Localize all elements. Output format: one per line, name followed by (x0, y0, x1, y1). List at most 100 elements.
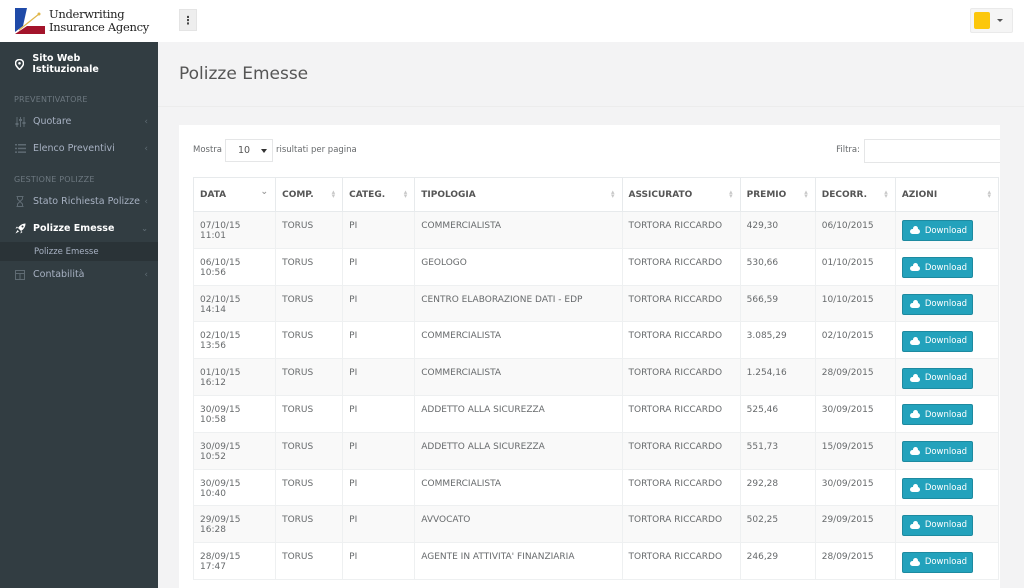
menu-toggle-button[interactable]: ⋮ (179, 9, 197, 31)
download-button[interactable]: Download (901, 514, 973, 536)
sidebar-item-sito-web[interactable]: Sito Web Istituzionale (0, 42, 158, 86)
cloud-download-icon (909, 263, 920, 272)
sidebar-item-label: Stato Richiesta Polizze (33, 196, 140, 207)
cell-data: 30/09/15 10:58 (192, 394, 277, 433)
cell-categ: PI (342, 542, 416, 580)
cell-data: 29/09/15 16:28 (192, 505, 277, 544)
download-button[interactable]: Download (901, 330, 973, 352)
cell-assicurato: TORTORA RICCARDO (621, 284, 741, 323)
cell-azioni: Download (894, 505, 1000, 544)
cell-categ: PI (342, 321, 416, 360)
cell-comp: TORUS (275, 394, 344, 433)
column-label: DATA (200, 189, 227, 200)
sidebar-item-label: Elenco Preventivi (33, 143, 115, 154)
cell-azioni: Download (894, 542, 1000, 580)
map-marker-icon (14, 58, 25, 70)
rocket-icon (14, 223, 26, 234)
cell-premio: 1.254,16 (739, 358, 816, 396)
cell-categ: PI (342, 284, 416, 323)
sidebar-item-label: Quotare (33, 116, 72, 127)
download-button[interactable]: Download (901, 441, 973, 463)
download-button[interactable]: Download (901, 293, 973, 315)
cell-azioni: Download (894, 358, 1000, 396)
download-button[interactable]: Download (901, 404, 973, 426)
cell-decorr: 30/09/2015 (814, 394, 896, 433)
download-label: Download (924, 336, 968, 347)
logo[interactable]: Underwriting Insurance Agency (0, 0, 158, 42)
sort-icon: ▴ ▾ (987, 188, 991, 200)
column-header-tipologia[interactable]: TIPOLOGIA ▴ ▾ (414, 177, 623, 212)
cell-tipologia: CENTRO ELABORAZIONE DATI - EDP (414, 284, 623, 323)
column-header-categ[interactable]: CATEG. ▴ ▾ (342, 177, 416, 212)
table-row: 29/09/15 16:28 TORUS PI AVVOCATO TORTORA RIC… (192, 505, 1000, 544)
column-label: DECORR. (821, 189, 868, 200)
cloud-download-icon (909, 557, 920, 566)
sort-icon: ▴ ▾ (403, 188, 408, 200)
chevron-left-icon: ‹ (144, 116, 148, 127)
user-avatar (974, 12, 990, 29)
download-button[interactable]: Download (901, 257, 973, 279)
sidebar-item-elenco-preventivi[interactable]: Elenco Preventivi ‹ (0, 135, 158, 162)
download-button[interactable]: Download (901, 367, 973, 389)
cell-categ: PI (342, 247, 416, 286)
cell-data: 02/10/15 13:56 (192, 321, 277, 360)
cell-comp: TORUS (275, 542, 344, 580)
filter-input[interactable] (864, 139, 1001, 163)
sidebar-item-contabilita[interactable]: Contabilità ‹ (0, 261, 158, 288)
vertical-ellipsis-icon: ⋮ (182, 13, 194, 27)
sidebar-subitem-polizze-emesse[interactable]: Polizze Emesse (0, 242, 158, 261)
page-size-select[interactable]: 10 (225, 139, 273, 162)
sort-icon: ▴ ▾ (610, 188, 615, 200)
column-label: TIPOLOGIA (421, 189, 476, 200)
cell-data: 28/09/15 17:47 (192, 542, 277, 580)
sidebar-item-polizze-emesse[interactable]: Polizze Emesse ⌄ (0, 215, 158, 242)
sidebar-item-label: Contabilità (33, 269, 85, 280)
cell-azioni: Download (894, 247, 1000, 286)
table-row: 30/09/15 10:52 TORUS PI ADDETTO ALLA SICURE… (192, 431, 1000, 470)
cell-azioni: Download (894, 284, 1000, 323)
download-label: Download (924, 299, 968, 310)
cell-tipologia: ADDETTO ALLA SICUREZZA (414, 431, 623, 470)
sort-icon: ▴ ▾ (884, 188, 888, 200)
cell-tipologia: ADDETTO ALLA SICUREZZA (414, 394, 623, 433)
cell-premio: 502,25 (739, 505, 816, 544)
sidebar-item-stato-richiesta[interactable]: Stato Richiesta Polizze ‹ (0, 188, 158, 215)
cell-premio: 525,46 (739, 394, 816, 433)
download-label: Download (924, 483, 968, 494)
download-button[interactable]: Download (901, 477, 973, 499)
column-header-comp[interactable]: COMP. ▴ ▾ (275, 177, 344, 212)
cell-decorr: 28/09/2015 (814, 358, 896, 396)
table-row: 06/10/15 10:56 TORUS PI GEOLOGO TORTORA RICC… (192, 247, 1000, 286)
download-label: Download (924, 446, 968, 457)
column-header-assicurato[interactable]: ASSICURATO ▴ ▾ (621, 177, 741, 212)
cell-azioni: Download (894, 431, 1000, 470)
top-bar: ⋮ (158, 0, 1024, 42)
column-header-azioni[interactable]: AZIONI ▴ ▾ (894, 177, 1000, 212)
column-header-decorr[interactable]: DECORR. ▴ ▾ (814, 177, 896, 212)
cell-azioni: Download (894, 468, 1000, 507)
cell-tipologia: COMMERCIALISTA (414, 468, 623, 507)
sidebar-item-label: Polizze Emesse (33, 223, 115, 234)
download-label: Download (924, 262, 968, 273)
cell-premio: 566,59 (739, 284, 816, 323)
user-menu-button[interactable] (970, 8, 1013, 33)
cell-data: 02/10/15 14:14 (192, 284, 277, 323)
sort-icon: ▴ ▾ (729, 188, 733, 200)
cell-comp: TORUS (275, 505, 344, 544)
download-label: Download (924, 557, 968, 568)
download-button[interactable]: Download (901, 220, 973, 242)
sort-icon: ▴ ▾ (331, 188, 336, 200)
cell-categ: PI (342, 431, 416, 470)
download-label: Download (924, 225, 968, 236)
column-header-premio[interactable]: PREMIO ▴ ▾ (739, 177, 816, 212)
sidebar-item-quotare[interactable]: Quotare ‹ (0, 108, 158, 135)
sort-desc-icon: ⌄ (260, 187, 269, 197)
sidebar-section-gestione-polizze: GESTIONE POLIZZE (14, 175, 95, 184)
column-header-data[interactable]: DATA ⌄ (192, 177, 277, 212)
cloud-download-icon (909, 226, 920, 235)
download-button[interactable]: Download (901, 551, 973, 573)
page-title: Polizze Emesse (179, 64, 309, 84)
cell-categ: PI (342, 505, 416, 544)
caret-down-icon (261, 149, 267, 153)
chevron-left-icon: ‹ (144, 196, 148, 207)
